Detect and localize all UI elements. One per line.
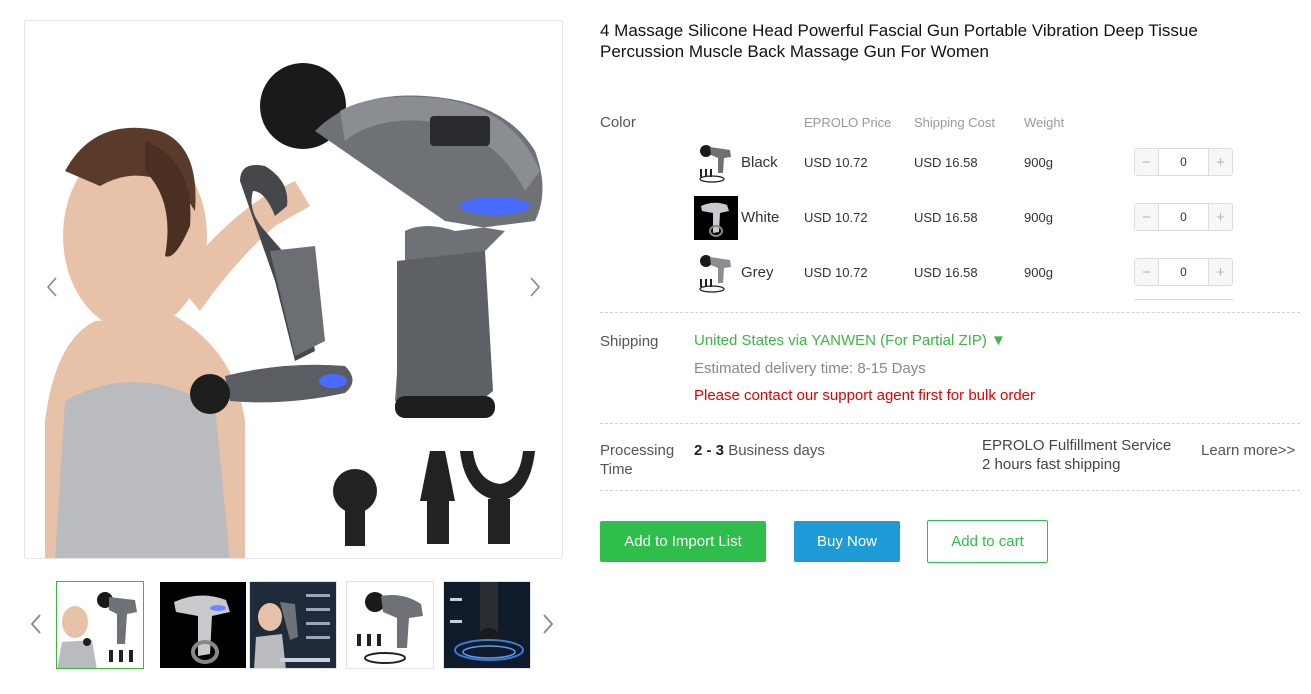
thumbnail-image xyxy=(160,582,246,668)
variant-image-grey[interactable] xyxy=(694,251,738,295)
variant-thumbnail xyxy=(694,196,738,240)
add-to-cart-button[interactable]: Add to cart xyxy=(927,520,1048,563)
weight-header: Weight xyxy=(1024,115,1065,130)
fulfillment-service: EPROLO Fulfillment Service 2 hours fast … xyxy=(982,436,1171,474)
variant-thumbnail xyxy=(694,251,738,295)
thumbnail-image xyxy=(444,582,530,668)
thumbs-next-button[interactable] xyxy=(536,606,560,642)
processing-days-unit: Business days xyxy=(728,442,825,459)
quantity-input[interactable]: 0 xyxy=(1159,149,1208,175)
service-name: EPROLO Fulfillment Service xyxy=(982,437,1172,454)
prev-image-button[interactable] xyxy=(40,269,64,305)
delivery-estimate: Estimated delivery time: 8-15 Days xyxy=(694,360,926,377)
chevron-right-icon xyxy=(543,614,554,634)
variant-weight: 900g xyxy=(1024,265,1053,280)
variant-price: USD 10.72 xyxy=(804,210,868,225)
thumbnail-image xyxy=(250,582,336,668)
color-label: Color xyxy=(600,114,636,131)
thumbnail-image xyxy=(347,582,433,668)
add-to-import-list-button[interactable]: Add to Import List xyxy=(600,521,766,562)
quantity-stepper: − 0 + xyxy=(1134,148,1233,176)
variant-name: Black xyxy=(741,154,778,171)
variant-shipping-cost: USD 16.58 xyxy=(914,155,978,170)
price-header: EPROLO Price xyxy=(804,115,892,130)
learn-more-link[interactable]: Learn more>> xyxy=(1201,442,1295,459)
divider xyxy=(600,490,1300,491)
divider xyxy=(1134,299,1233,300)
decrement-button[interactable]: − xyxy=(1135,204,1159,230)
variant-shipping-cost: USD 16.58 xyxy=(914,265,978,280)
increment-button[interactable]: + xyxy=(1208,259,1232,285)
shipping-label: Shipping xyxy=(600,333,659,350)
massage-gun-photo xyxy=(45,63,543,558)
next-image-button[interactable] xyxy=(523,269,547,305)
variant-shipping-cost: USD 16.58 xyxy=(914,210,978,225)
quantity-stepper: − 0 + xyxy=(1134,258,1233,286)
shipping-method-dropdown[interactable]: United States via YANWEN (For Partial ZI… xyxy=(694,332,1006,349)
decrement-button[interactable]: − xyxy=(1135,149,1159,175)
increment-button[interactable]: + xyxy=(1208,149,1232,175)
thumbnail-1[interactable] xyxy=(56,581,144,669)
processing-days-range: 2 - 3 xyxy=(694,442,725,459)
thumbnail-3[interactable] xyxy=(249,581,337,669)
chevron-right-icon xyxy=(530,277,541,297)
service-detail: 2 hours fast shipping xyxy=(982,456,1121,473)
variant-image-black[interactable] xyxy=(694,141,738,185)
quantity-stepper: − 0 + xyxy=(1134,203,1233,231)
variant-image-white[interactable] xyxy=(694,196,738,240)
increment-button[interactable]: + xyxy=(1208,204,1232,230)
variant-weight: 900g xyxy=(1024,155,1053,170)
processing-time-label: Processing Time xyxy=(600,442,675,478)
thumbnail-4[interactable] xyxy=(346,581,434,669)
quantity-input[interactable]: 0 xyxy=(1159,204,1208,230)
chevron-left-icon xyxy=(46,277,57,297)
thumbnail-image xyxy=(57,582,143,668)
divider xyxy=(600,423,1300,424)
bulk-order-notice: Please contact our support agent first f… xyxy=(694,387,1036,404)
variant-price: USD 10.72 xyxy=(804,155,868,170)
variant-name: White xyxy=(741,209,780,226)
variant-weight: 900g xyxy=(1024,210,1053,225)
product-title: 4 Massage Silicone Head Powerful Fascial… xyxy=(600,21,1198,61)
variant-price: USD 10.72 xyxy=(804,265,868,280)
variant-name: Grey xyxy=(741,264,774,281)
thumbnail-strip xyxy=(24,578,563,672)
thumbnail-5[interactable] xyxy=(443,581,531,669)
decrement-button[interactable]: − xyxy=(1135,259,1159,285)
thumbs-prev-button[interactable] xyxy=(24,606,48,642)
processing-days: 2 - 3 Business days xyxy=(694,442,825,459)
chevron-left-icon xyxy=(30,614,41,634)
main-product-image xyxy=(24,20,563,559)
buy-now-button[interactable]: Buy Now xyxy=(794,521,900,562)
thumbnail-2[interactable] xyxy=(159,581,247,669)
quantity-input[interactable]: 0 xyxy=(1159,259,1208,285)
divider xyxy=(600,312,1300,313)
variant-thumbnail xyxy=(694,141,738,185)
shipping-cost-header: Shipping Cost xyxy=(914,115,995,130)
